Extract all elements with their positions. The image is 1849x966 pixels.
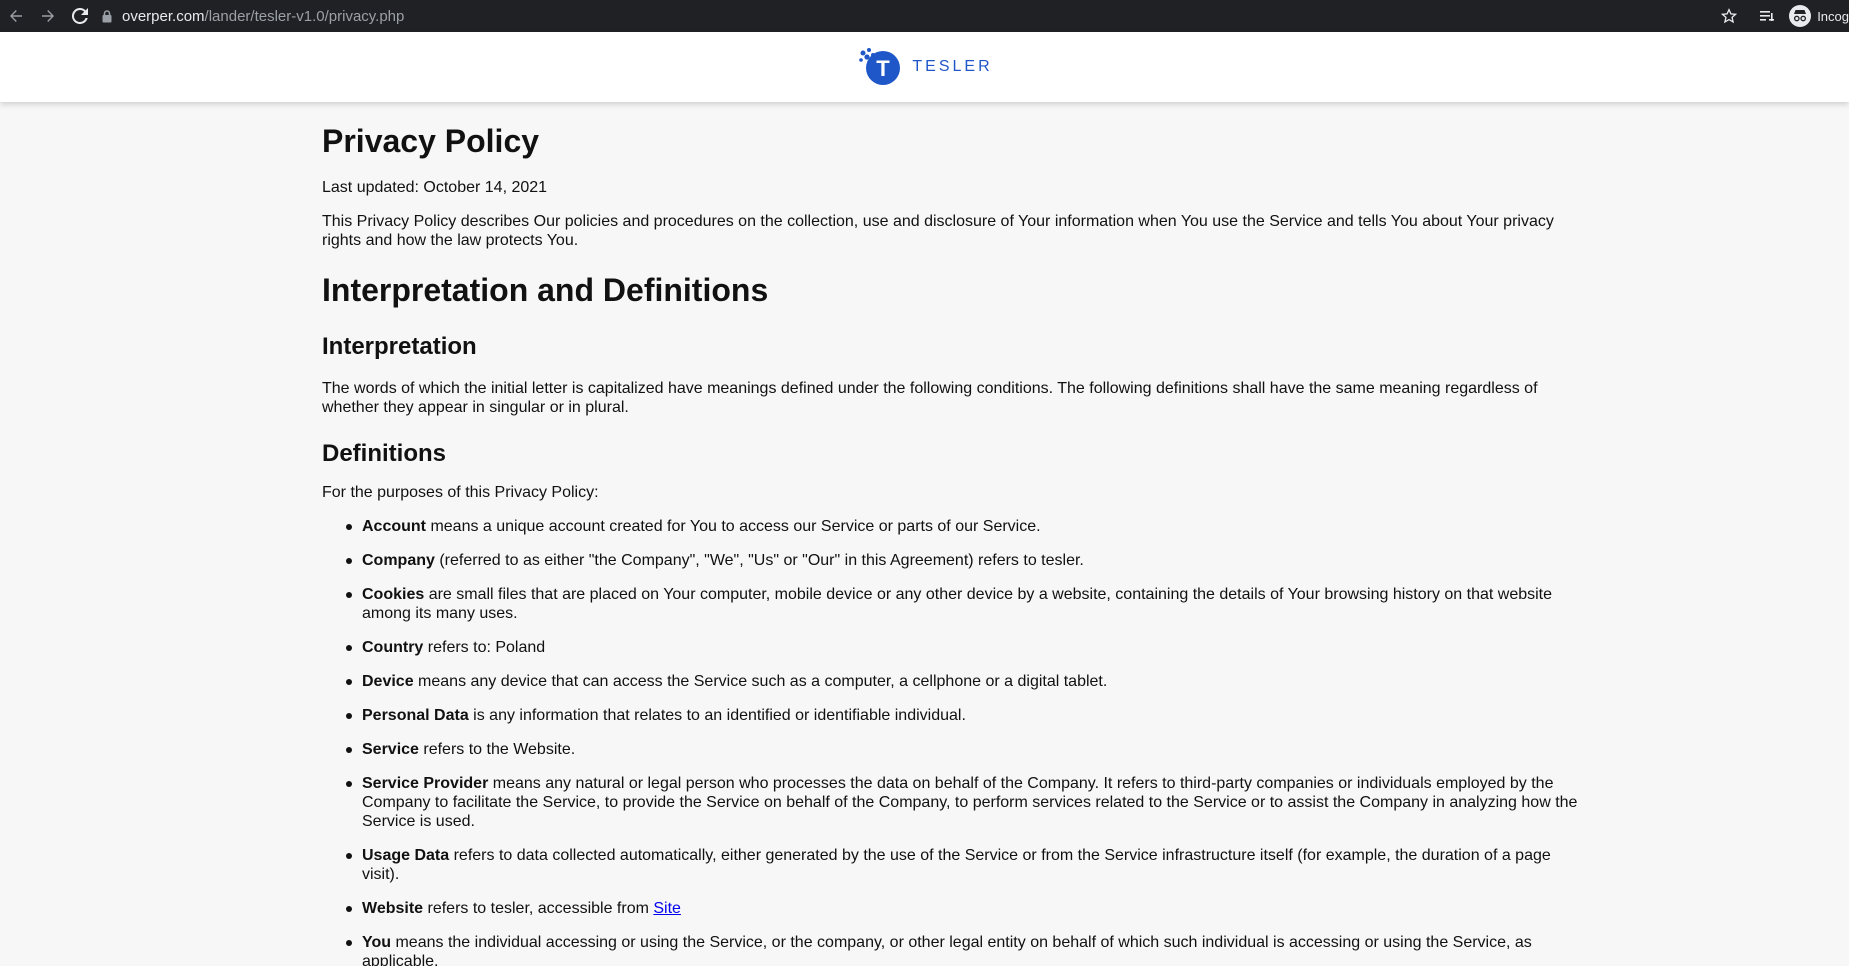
url-domain: overper.com — [122, 7, 205, 25]
back-arrow-icon[interactable] — [0, 0, 32, 32]
reading-list-icon[interactable] — [1751, 0, 1783, 32]
incognito-label: Incog — [1817, 8, 1849, 24]
logo-letter: T — [877, 56, 891, 81]
definition-term: Website — [362, 900, 424, 917]
tesler-logo-icon: T — [859, 48, 901, 85]
definition-text: refers to the Website. — [418, 741, 576, 758]
definition-term: Service Provider — [362, 775, 489, 792]
url-text: overper.com/lander/tesler-v1.0/privacy.p… — [122, 8, 404, 25]
lock-icon — [102, 9, 112, 23]
list-item: Cookies are small files that are placed … — [322, 585, 1582, 623]
address-bar[interactable]: overper.com/lander/tesler-v1.0/privacy.p… — [102, 0, 404, 32]
list-item: Usage Data refers to data collected auto… — [322, 846, 1582, 884]
list-item: Company (referred to as either "the Comp… — [322, 551, 1582, 570]
forward-arrow-icon[interactable] — [32, 0, 64, 32]
definition-text: (referred to as either "the Company", "W… — [434, 552, 1084, 569]
list-item: Service Provider means any natural or le… — [322, 774, 1582, 831]
intro-paragraph: This Privacy Policy describes Our polici… — [322, 213, 1554, 249]
list-item: You means the individual accessing or us… — [322, 933, 1582, 966]
definition-term: Account — [362, 518, 426, 535]
site-link[interactable]: Site — [653, 900, 681, 917]
interpretation-heading: Interpretation — [322, 333, 477, 360]
definition-text: means the individual accessing or using … — [362, 934, 1532, 966]
definition-text: are small files that are placed on Your … — [362, 586, 1553, 622]
reload-icon[interactable] — [64, 0, 96, 32]
definition-text: means any device that can access the Ser… — [413, 673, 1108, 690]
browser-toolbar: overper.com/lander/tesler-v1.0/privacy.p… — [0, 0, 1849, 32]
site-header: T TESLER — [0, 32, 1849, 102]
definitions-intro: For the purposes of this Privacy Policy: — [322, 484, 599, 501]
brand-name: TESLER — [912, 58, 993, 75]
definition-text: is any information that relates to an id… — [468, 707, 966, 724]
definition-term: Usage Data — [362, 847, 450, 864]
bookmark-star-icon[interactable] — [1713, 0, 1745, 32]
last-updated: Last updated: October 14, 2021 — [322, 179, 548, 196]
list-item: Personal Data is any information that re… — [322, 706, 1582, 725]
definition-term: Company — [362, 552, 435, 569]
definition-text: refers to: Poland — [423, 639, 546, 656]
definition-term: Cookies — [362, 586, 425, 603]
list-item: Device means any device that can access … — [322, 672, 1582, 691]
url-path: /lander/tesler-v1.0/privacy.php — [204, 7, 405, 25]
incognito-icon — [1789, 5, 1812, 27]
definition-term: Service — [362, 741, 419, 758]
definitions-heading: Definitions — [322, 440, 446, 467]
list-item: Account means a unique account created f… — [322, 517, 1582, 536]
definitions-list: Account means a unique account created f… — [322, 517, 1582, 966]
list-item: Website refers to tesler, accessible fro… — [322, 899, 1582, 918]
definition-text: refers to data collected automatically, … — [362, 847, 1551, 883]
definition-term: Country — [362, 639, 424, 656]
definition-text: refers to tesler, accessible from — [423, 900, 654, 917]
definition-text: means a unique account created for You t… — [426, 518, 1041, 535]
definition-text: means any natural or legal person who pr… — [362, 775, 1578, 830]
definition-term: Personal Data — [362, 707, 469, 724]
privacy-content: Privacy Policy Last updated: October 14,… — [322, 120, 1582, 966]
list-item: Country refers to: Poland — [322, 638, 1582, 657]
page-title: Privacy Policy — [322, 123, 540, 159]
definition-term: Device — [362, 673, 414, 690]
interpretation-paragraph: The words of which the initial letter is… — [322, 380, 1538, 416]
definition-term: You — [362, 934, 392, 951]
site-logo[interactable]: T TESLER — [858, 46, 992, 88]
incognito-profile[interactable]: Incog — [1789, 5, 1849, 27]
section-heading-interpretation-definitions: Interpretation and Definitions — [322, 272, 769, 308]
list-item: Service refers to the Website. — [322, 740, 1582, 759]
